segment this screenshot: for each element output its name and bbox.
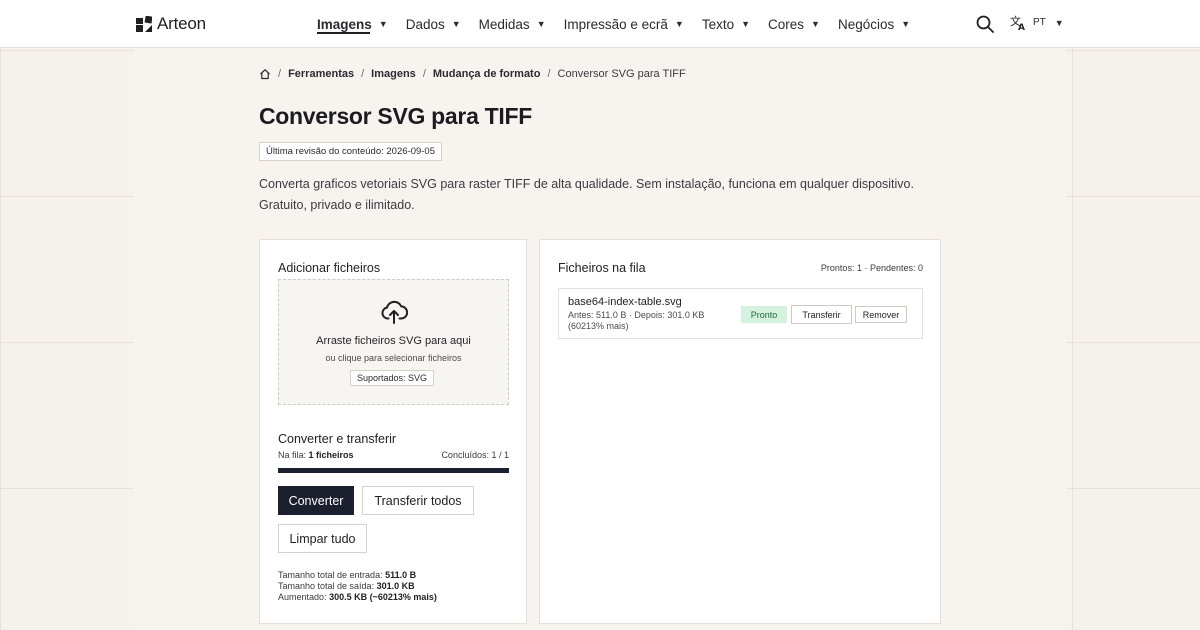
dropzone-sub-text: ou clique para selecionar ficheiros xyxy=(325,353,462,363)
nav-item-label: Imagens xyxy=(317,16,372,32)
convert-button[interactable]: Converter xyxy=(278,486,354,515)
queue-count-label: Na fila: xyxy=(278,450,307,460)
cloud-upload-icon xyxy=(381,300,408,324)
nav-item-cores[interactable]: Cores ▼ xyxy=(768,0,820,48)
size-increase-label: Aumentado: xyxy=(278,592,327,602)
size-totals: Tamanho total de entrada: 511.0 B Tamanh… xyxy=(278,570,437,603)
page-description: Converta graficos vetoriais SVG para ras… xyxy=(259,177,914,212)
nav-item-label: Impressão e ecrã xyxy=(563,16,668,32)
chevron-down-icon: ▼ xyxy=(1054,17,1064,28)
file-remove-button[interactable]: Remover xyxy=(855,306,907,323)
search-icon[interactable] xyxy=(976,15,994,33)
total-output-value: 301.0 KB xyxy=(376,581,415,591)
supported-formats-badge: Suportados: SVG xyxy=(350,370,435,386)
upload-card-title: Adicionar ficheiros xyxy=(278,261,381,275)
main-nav: Imagens ▼ Dados ▼ Medidas ▼ Impressão e … xyxy=(317,0,928,48)
file-size-change: (60213% mais) xyxy=(568,321,629,331)
breadcrumb-link-imagens[interactable]: Imagens xyxy=(371,68,416,80)
language-selector[interactable]: 文 A PT ▼ xyxy=(1010,14,1064,31)
breadcrumb-separator: / xyxy=(547,68,551,80)
brand-logo-icon xyxy=(136,16,152,32)
total-input-value: 511.0 B xyxy=(385,570,417,580)
chevron-down-icon: ▼ xyxy=(451,19,461,29)
brand-name: Arteon xyxy=(157,14,206,33)
convert-meta-row: Na fila: 1 ficheiros Concluídos: 1 / 1 xyxy=(278,450,509,460)
nav-item-negocios[interactable]: Negócios ▼ xyxy=(838,0,910,48)
nav-item-medidas[interactable]: Medidas ▼ xyxy=(479,0,546,48)
breadcrumb-separator: / xyxy=(361,68,365,80)
translate-icon: 文 A xyxy=(1010,14,1025,31)
language-code: PT xyxy=(1033,17,1046,28)
done-count: Concluídos: 1 / 1 xyxy=(441,450,509,460)
chevron-down-icon: ▼ xyxy=(378,19,388,29)
queue-file-row: base64-index-table.svg Antes: 511.0 B · … xyxy=(558,288,923,339)
svg-text:A: A xyxy=(1018,23,1025,31)
file-dropzone[interactable]: Arraste ficheiros SVG para aqui ou cliqu… xyxy=(278,279,509,405)
nav-item-imagens[interactable]: Imagens ▼ xyxy=(317,0,388,48)
chevron-down-icon: ▼ xyxy=(811,19,820,29)
queue-status-counts: Prontos: 1 · Pendentes: 0 xyxy=(820,263,923,273)
done-count-label: Concluídos: xyxy=(441,450,489,460)
chevron-down-icon: ▼ xyxy=(901,19,911,29)
queue-card-title: Ficheiros na fila xyxy=(558,261,646,275)
total-input-label: Tamanho total de entrada: xyxy=(278,570,383,580)
top-navigation-bar: Arteon Imagens ▼ Dados ▼ Medidas ▼ Impre… xyxy=(0,0,1200,48)
transfer-all-button[interactable]: Transferir todos xyxy=(362,486,474,515)
revision-badge: Última revisão do conteúdo: 2026-09-05 xyxy=(259,142,442,161)
conversion-progress-bar xyxy=(278,468,509,473)
nav-item-label: Medidas xyxy=(478,16,530,32)
queue-count-value: 1 ficheiros xyxy=(308,450,354,460)
file-sizes: Antes: 511.0 B · Depois: 301.0 KB (60213… xyxy=(568,310,738,332)
page-title: Conversor SVG para TIFF xyxy=(259,103,532,129)
file-name: base64-index-table.svg xyxy=(568,296,682,308)
conversion-progress-fill xyxy=(278,468,509,473)
breadcrumb: / Ferramentas / Imagens / Mudança de for… xyxy=(259,68,686,80)
breadcrumb-separator: / xyxy=(422,68,426,80)
chevron-down-icon: ▼ xyxy=(674,19,684,29)
nav-item-label: Negócios xyxy=(837,16,895,32)
total-output-label: Tamanho total de saída: xyxy=(278,581,375,591)
chevron-down-icon: ▼ xyxy=(536,19,546,29)
clear-all-button[interactable]: Limpar tudo xyxy=(278,524,367,553)
file-queue-card: Ficheiros na fila Prontos: 1 · Pendentes… xyxy=(539,239,941,624)
nav-item-label: Dados xyxy=(405,16,445,32)
nav-item-label: Texto xyxy=(701,16,735,32)
convert-section-title: Converter e transferir xyxy=(278,432,397,446)
breadcrumb-separator: / xyxy=(278,68,282,80)
status-badge: Pronto xyxy=(741,306,787,323)
file-size-before-after: Antes: 511.0 B · Depois: 301.0 KB xyxy=(568,310,705,320)
file-transfer-button[interactable]: Transferir xyxy=(791,305,852,324)
nav-item-label: Cores xyxy=(768,16,805,32)
dropzone-main-text: Arraste ficheiros SVG para aqui xyxy=(316,335,471,347)
size-increase-value: 300.5 KB (~60213% mais) xyxy=(329,592,437,602)
brand-logo-link[interactable]: Arteon xyxy=(136,14,206,34)
total-output-size: Tamanho total de saída: 301.0 KB xyxy=(278,581,437,592)
queue-count: Na fila: 1 ficheiros xyxy=(278,450,354,460)
breadcrumb-link-ferramentas[interactable]: Ferramentas xyxy=(288,68,354,80)
breadcrumb-current: Conversor SVG para TIFF xyxy=(557,68,686,80)
nav-item-impressao-e-ecra[interactable]: Impressão e ecrã ▼ xyxy=(564,0,684,48)
done-count-value: 1 / 1 xyxy=(491,450,509,460)
total-input-size: Tamanho total de entrada: 511.0 B xyxy=(278,570,437,581)
main-content: / Ferramentas / Imagens / Mudança de for… xyxy=(134,48,1066,630)
upload-convert-card: Adicionar ficheiros Arraste ficheiros SV… xyxy=(259,239,527,624)
home-icon[interactable] xyxy=(259,68,271,80)
chevron-down-icon: ▼ xyxy=(741,19,751,29)
nav-item-texto[interactable]: Texto ▼ xyxy=(702,0,750,48)
nav-item-dados[interactable]: Dados ▼ xyxy=(406,0,461,48)
size-increase: Aumentado: 300.5 KB (~60213% mais) xyxy=(278,592,437,603)
breadcrumb-link-mudanca-de-formato[interactable]: Mudança de formato xyxy=(433,68,541,80)
